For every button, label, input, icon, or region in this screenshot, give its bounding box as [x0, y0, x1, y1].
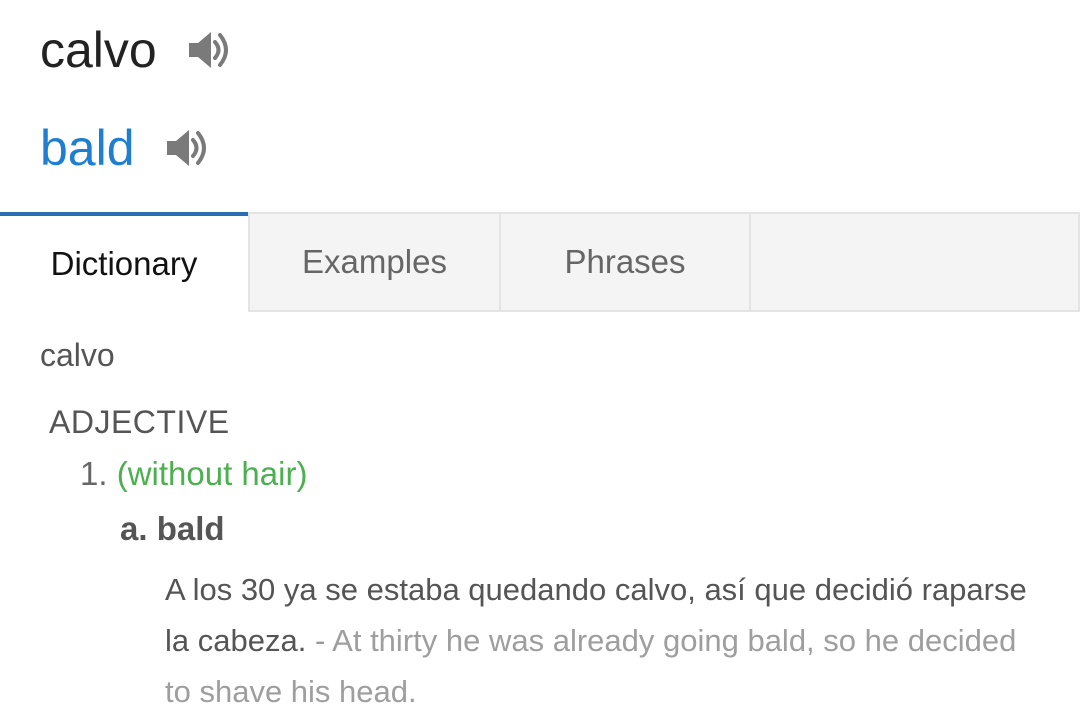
example-sentence: A los 30 ya se estaba quedando calvo, as…: [165, 564, 1045, 706]
source-speaker-icon[interactable]: [183, 23, 237, 77]
tab-dictionary[interactable]: Dictionary: [0, 212, 248, 312]
entry-headword: calvo: [40, 337, 115, 373]
example-separator: -: [306, 623, 333, 658]
tab-empty: [749, 212, 1080, 312]
sense-label: (without hair): [116, 455, 308, 492]
translation-page: calvo bald Dictionary Examples Phrases c…: [0, 0, 1080, 706]
sense-number: 1.: [80, 455, 108, 492]
source-word: calvo: [40, 22, 157, 78]
translation-word: a. bald: [120, 510, 225, 547]
target-speaker-icon[interactable]: [161, 121, 215, 175]
speaker-icon: [166, 130, 206, 166]
tab-examples[interactable]: Examples: [248, 212, 499, 312]
speaker-icon: [188, 32, 228, 68]
target-word: bald: [40, 120, 135, 176]
tab-bar: Dictionary Examples Phrases: [0, 212, 1080, 312]
source-word-row: calvo: [40, 14, 237, 86]
part-of-speech: ADJECTIVE: [49, 404, 230, 440]
tab-phrases[interactable]: Phrases: [499, 212, 749, 312]
target-word-row: bald: [40, 112, 215, 184]
sense-item: 1. (without hair): [80, 455, 307, 493]
